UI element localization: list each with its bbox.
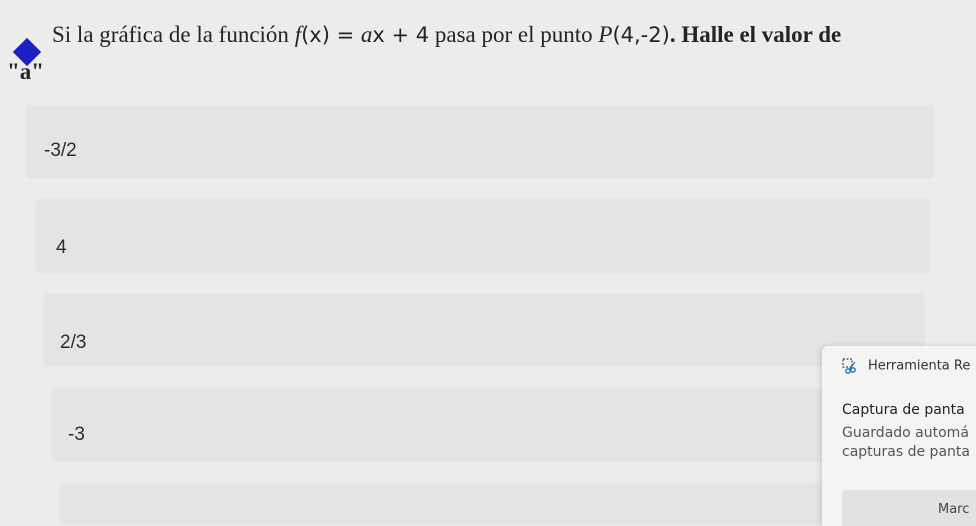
answer-option-5[interactable] xyxy=(60,484,924,524)
answer-option-label: 2/3 xyxy=(60,332,87,353)
snipping-tool-icon xyxy=(842,358,856,374)
notification-action-button[interactable]: Marc xyxy=(842,490,976,526)
notification-action-label: Marc xyxy=(938,502,970,517)
answer-option-1[interactable]: -3/2 xyxy=(26,106,934,178)
answer-option-label: -3/2 xyxy=(44,140,77,161)
point-coordinates: (4,-2) xyxy=(612,23,670,47)
question-line-2: "a" xyxy=(7,59,45,84)
notification-app-name: Herramienta Re xyxy=(868,358,971,374)
notification-body: Guardado automá capturas de panta xyxy=(842,424,970,462)
function-coef-a: a xyxy=(360,22,373,47)
question-text: Si la gráfica de la función f(x) = ax + … xyxy=(0,14,976,94)
point-name: P xyxy=(598,22,613,47)
answer-option-2[interactable]: 4 xyxy=(36,199,929,273)
answer-option-3[interactable]: 2/3 xyxy=(44,294,924,366)
function-args: (x) xyxy=(301,23,330,47)
answer-option-4[interactable]: -3 xyxy=(52,389,924,461)
notification-header: Herramienta Re xyxy=(842,358,970,374)
screenshot-notification[interactable]: Herramienta Re Captura de panta Guardado… xyxy=(822,346,976,526)
question-ending: . Halle el valor de xyxy=(669,22,842,47)
notification-body-line: Guardado automá xyxy=(842,425,969,441)
question-intro: Si la gráfica de la función xyxy=(52,22,295,47)
function-var-x: x xyxy=(372,23,385,47)
notification-body-line: capturas de panta xyxy=(842,444,970,460)
function-constant: + 4 xyxy=(384,23,430,47)
question-middle: pasa por el punto xyxy=(429,22,599,47)
notification-title: Captura de panta xyxy=(842,402,965,418)
question-line-1: Si la gráfica de la función f(x) = ax + … xyxy=(52,22,841,48)
answer-option-label: 4 xyxy=(56,237,67,258)
answer-option-label: -3 xyxy=(68,424,85,445)
function-equals: = xyxy=(329,23,361,47)
